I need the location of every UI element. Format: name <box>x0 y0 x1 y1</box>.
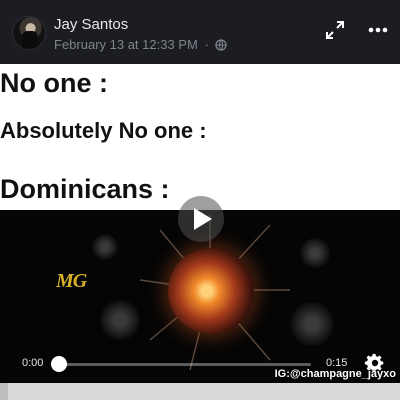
more-icon[interactable] <box>366 20 390 40</box>
meme-caption: No one : Absolutely No one : Dominicans … <box>0 64 400 210</box>
current-time: 0:00 <box>22 357 44 369</box>
avatar[interactable] <box>12 16 46 50</box>
meme-line-3: Dominicans : <box>0 174 170 204</box>
seek-handle[interactable] <box>51 356 67 372</box>
background-shape <box>92 234 118 260</box>
meme-line-1: No one : <box>0 68 108 98</box>
post-timestamp[interactable]: February 13 at 12:33 PM <box>54 37 198 52</box>
seek-bar[interactable] <box>55 363 311 366</box>
video-frame-orb <box>168 248 254 334</box>
video-logo: MG <box>56 270 87 292</box>
post-meta: February 13 at 12:33 PM · <box>54 37 228 52</box>
expand-icon[interactable] <box>325 20 345 40</box>
background-shape <box>300 238 330 268</box>
meta-separator: · <box>204 37 209 52</box>
post-header: Jay Santos February 13 at 12:33 PM · <box>0 0 400 64</box>
author-name[interactable]: Jay Santos <box>54 16 128 33</box>
video-buffer-bar <box>0 383 400 400</box>
play-button[interactable] <box>178 196 224 242</box>
video-buffer-fill <box>0 383 8 400</box>
watermark: IG:@champagne_jayxo <box>274 368 396 380</box>
play-icon <box>194 208 212 230</box>
meme-line-2: Absolutely No one : <box>0 118 207 143</box>
globe-icon <box>215 39 228 51</box>
